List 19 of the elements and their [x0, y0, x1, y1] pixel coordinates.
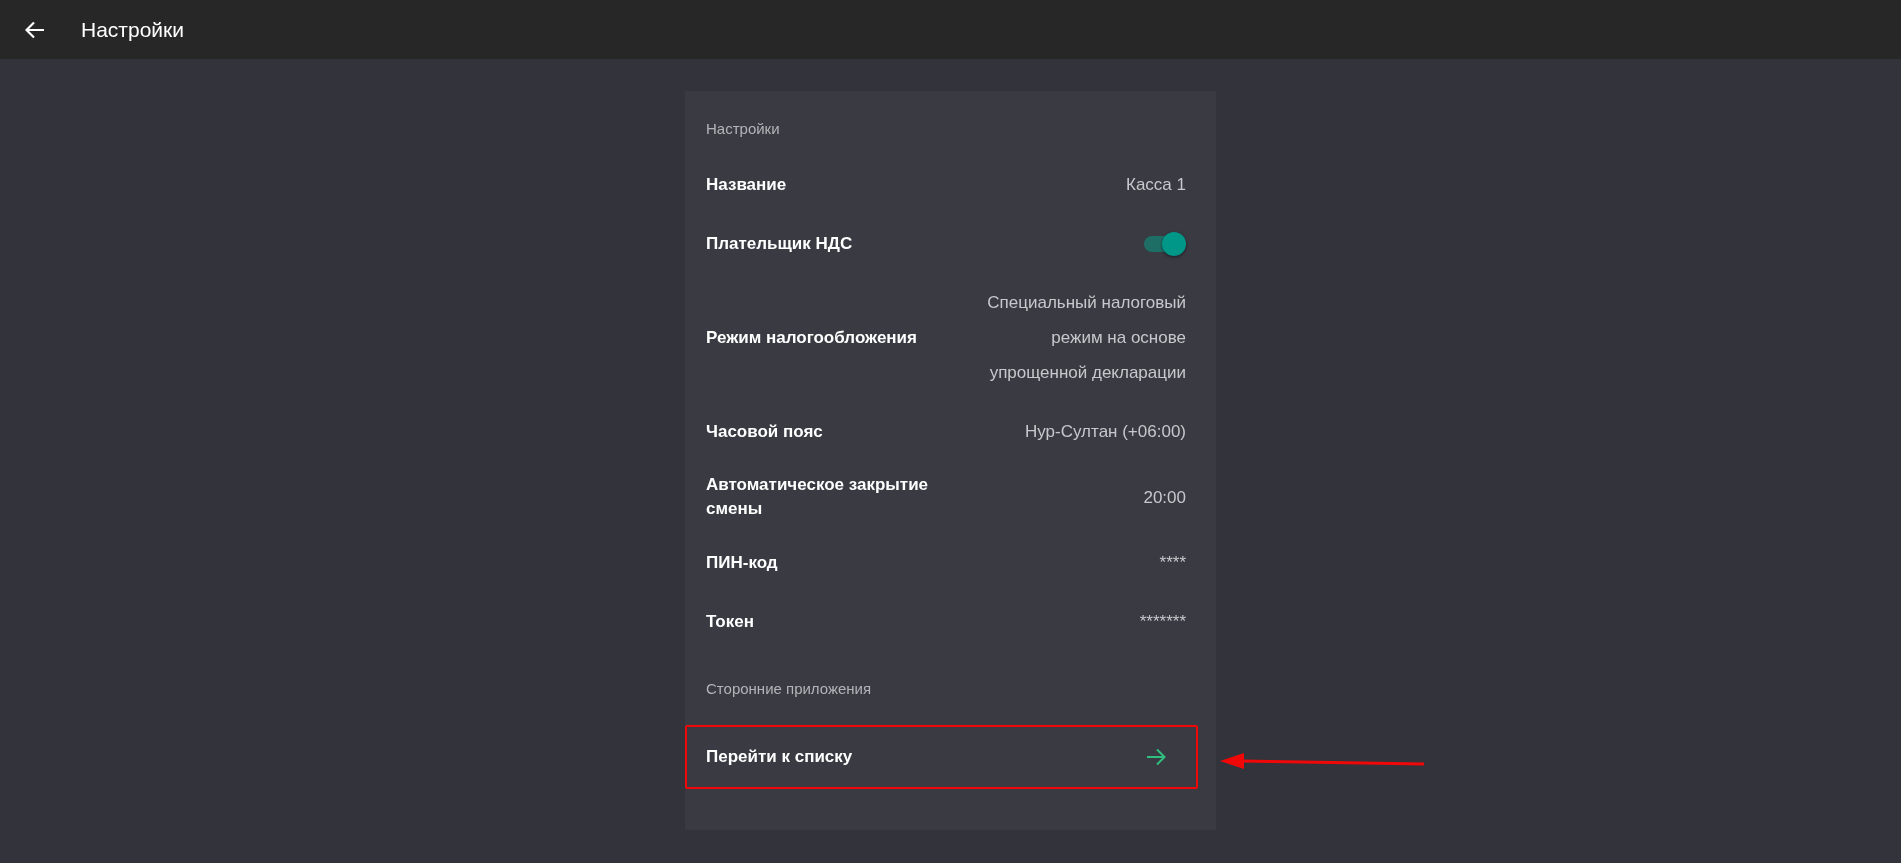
setting-value: Касса 1 [1126, 174, 1186, 196]
setting-label: Часовой пояс [706, 420, 823, 443]
setting-label: Автоматическое закрытие смены [706, 474, 930, 520]
page-title: Настройки [81, 17, 184, 42]
setting-label: Режим налогообложения [706, 326, 917, 349]
setting-label: Название [706, 173, 787, 196]
setting-value: Нур-Султан (+06:00) [1025, 421, 1186, 443]
arrow-right-icon [1146, 748, 1166, 766]
setting-value: 20:00 [1143, 486, 1186, 509]
setting-label: Токен [706, 610, 754, 633]
setting-value: ******* [1139, 611, 1186, 633]
toggle-switch[interactable] [1144, 231, 1186, 256]
section-header: Настройки [706, 119, 780, 139]
section-header: Сторонние приложения [706, 679, 872, 699]
setting-label: Плательщик НДС [706, 232, 853, 255]
setting-label: ПИН-код [706, 551, 778, 574]
setting-value: **** [1159, 552, 1186, 574]
back-arrow-icon[interactable] [25, 20, 45, 39]
setting-value: Специальный налоговый режим на основе упрощенной декларации [986, 292, 1186, 384]
